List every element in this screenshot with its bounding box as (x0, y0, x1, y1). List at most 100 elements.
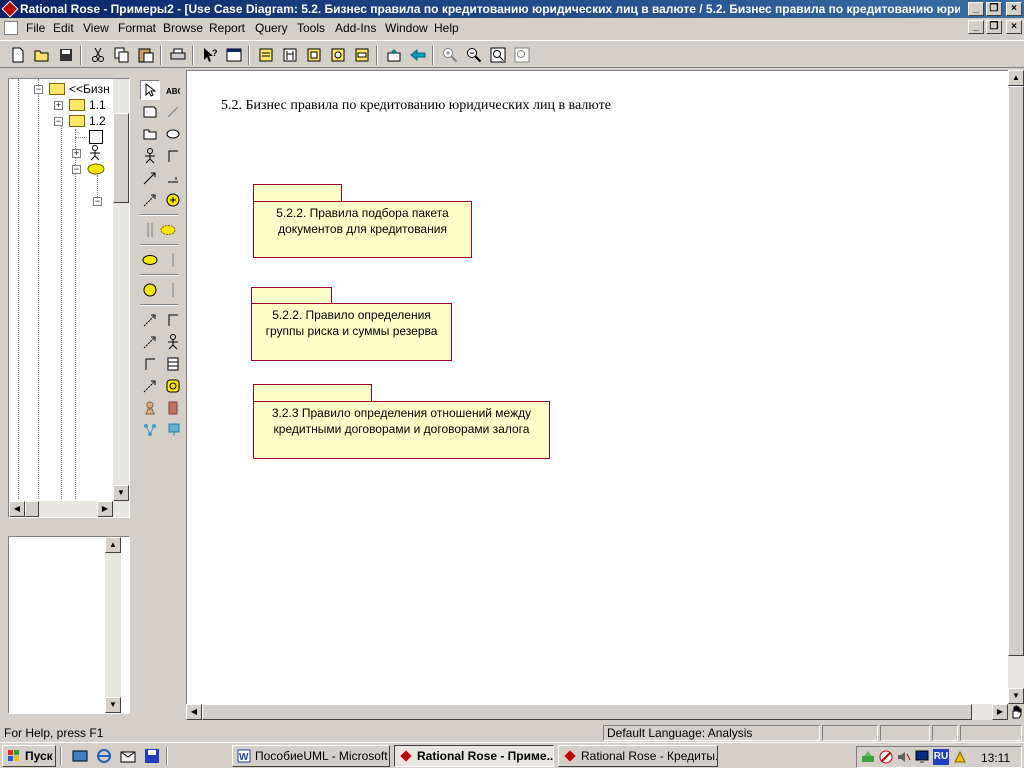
doc-restore-button[interactable]: ❐ (986, 20, 1002, 34)
copy-icon[interactable] (112, 45, 132, 65)
scroll-up-button[interactable]: ▲ (1008, 70, 1024, 86)
monitor-tray-icon[interactable] (915, 750, 929, 764)
tree-collapse-toggle[interactable]: − (93, 197, 102, 206)
volume-tray-icon[interactable] (897, 750, 911, 764)
use-case-yellow-icon[interactable] (140, 250, 160, 270)
internet-explorer-icon[interactable] (96, 748, 112, 764)
text-box-icon[interactable]: ABC (163, 80, 183, 100)
browser-vertical-scrollbar[interactable]: ▼ (113, 79, 129, 501)
menu-add-ins[interactable]: Add-Ins (335, 21, 376, 35)
scroll-down-button[interactable]: ▼ (113, 485, 129, 501)
anchor-note-icon[interactable] (163, 102, 183, 122)
menu-file[interactable]: File (26, 21, 45, 35)
generalization-icon[interactable] (140, 190, 160, 210)
browser-tree-panel[interactable]: − <<Бизн + 1.1 − 1.2 + − − ▼ ◀ ▶ (8, 78, 130, 518)
scroll-right-button[interactable]: ▶ (97, 501, 113, 517)
browser-horizontal-scrollbar[interactable]: ◀ ▶ (9, 501, 129, 517)
deployment-node-icon[interactable] (163, 420, 183, 440)
menu-edit[interactable]: Edit (53, 21, 74, 35)
package-credit-collateral-relations-rules[interactable]: 3.2.3 Правило определения отношений межд… (253, 401, 550, 459)
tree-item-business-package[interactable]: <<Бизн (69, 82, 110, 96)
business-worker-icon[interactable] (140, 280, 160, 300)
tray-app-icon[interactable] (953, 750, 967, 764)
title-bar[interactable]: Rational Rose - Примеры2 - [Use Case Dia… (0, 0, 1024, 18)
browse-component-diagram-icon[interactable] (304, 45, 324, 65)
menu-view[interactable]: View (83, 21, 109, 35)
package-icon[interactable] (140, 124, 160, 144)
class-icon[interactable] (163, 354, 183, 374)
documentation-panel[interactable]: ▲ ▼ (8, 536, 130, 714)
browse-parent-icon[interactable] (384, 45, 404, 65)
save-disk-quicklaunch-icon[interactable] (144, 748, 160, 764)
swimlane-icon[interactable] (163, 250, 183, 270)
close-button[interactable]: × (1006, 2, 1022, 16)
package-credit-document-rules[interactable]: 5.2.2. Правила подбора пакета документов… (253, 201, 472, 258)
scroll-left-button[interactable]: ◀ (186, 704, 202, 720)
selection-arrow-icon[interactable] (140, 80, 160, 100)
scroll-right-button[interactable]: ▶ (992, 704, 1008, 720)
zoom-out-icon[interactable] (464, 45, 484, 65)
orthogonal-connector-icon[interactable] (140, 354, 160, 374)
undo-fit-in-window-icon[interactable] (512, 45, 532, 65)
canvas-horizontal-scrollbar[interactable]: ◀ ▶ (186, 704, 1008, 720)
use-case-tool-icon[interactable] (163, 124, 183, 144)
scroll-thumb[interactable] (1008, 86, 1024, 656)
use-case-diagram-icon[interactable] (89, 130, 103, 144)
dependency-icon[interactable] (163, 168, 183, 188)
tree-item-1-2[interactable]: 1.2 (89, 114, 106, 128)
scroll-up-button[interactable]: ▲ (105, 537, 121, 553)
save-disk-icon[interactable] (56, 45, 76, 65)
cut-scissors-icon[interactable] (88, 45, 108, 65)
scroll-left-button[interactable]: ◀ (9, 501, 25, 517)
start-button[interactable]: Пуск (2, 745, 56, 767)
scroll-down-button[interactable]: ▼ (1008, 688, 1024, 704)
browse-class-diagram-icon[interactable] (256, 45, 276, 65)
unidirectional-association-icon[interactable] (163, 146, 183, 166)
tree-collapse-toggle[interactable]: − (72, 165, 81, 174)
scroll-down-button[interactable]: ▼ (105, 697, 121, 713)
task-rational-rose-examples[interactable]: Rational Rose - Приме... (394, 745, 554, 767)
tree-expand-toggle[interactable]: + (72, 149, 81, 158)
zoom-in-icon[interactable] (440, 45, 460, 65)
open-folder-icon[interactable] (32, 45, 52, 65)
actor-icon[interactable] (89, 145, 101, 161)
actor-small-icon[interactable] (163, 332, 183, 352)
menu-browse[interactable]: Browse (163, 21, 203, 35)
menu-tools[interactable]: Tools (297, 21, 325, 35)
dependency-arrow-icon[interactable] (140, 332, 160, 352)
paste-clipboard-icon[interactable] (136, 45, 156, 65)
network-node-icon[interactable] (140, 420, 160, 440)
show-desktop-icon[interactable] (72, 748, 88, 764)
task-word-document[interactable]: W ПособиеUML - Microsoft ... (232, 745, 390, 767)
minimize-button[interactable]: _ (968, 2, 984, 16)
menu-help[interactable]: Help (434, 21, 459, 35)
package-risk-group-rules[interactable]: 5.2.2. Правило определения группы риска … (251, 303, 452, 361)
browse-previous-diagram-icon[interactable] (408, 45, 428, 65)
network-tray-icon[interactable] (861, 750, 875, 764)
business-entity-icon[interactable] (163, 376, 183, 396)
browse-interaction-diagram-icon[interactable] (280, 45, 300, 65)
actor-tool-icon[interactable] (140, 146, 160, 166)
tree-collapse-toggle[interactable]: − (34, 85, 43, 94)
menu-query[interactable]: Query (255, 21, 288, 35)
association-arrow-icon[interactable] (140, 168, 160, 188)
menu-report[interactable]: Report (209, 21, 245, 35)
view-documentation-icon[interactable] (224, 45, 244, 65)
tree-item-1-1[interactable]: 1.1 (89, 98, 106, 112)
scroll-thumb[interactable] (113, 113, 129, 203)
document-system-menu-icon[interactable] (4, 21, 18, 35)
business-actor-icon[interactable] (163, 190, 183, 210)
scroll-thumb[interactable] (202, 704, 972, 720)
realize-relation-icon[interactable] (140, 310, 160, 330)
task-rational-rose-credits[interactable]: Rational Rose - Кредиты... (558, 745, 718, 767)
menu-window[interactable]: Window (385, 21, 428, 35)
business-use-case-icon[interactable] (158, 220, 178, 240)
canvas-vertical-scrollbar[interactable]: ▲ ▼ (1008, 70, 1024, 704)
business-worker-figure-icon[interactable] (140, 398, 160, 418)
context-help-icon[interactable]: ? (200, 45, 220, 65)
browse-deployment-diagram-icon[interactable] (352, 45, 372, 65)
corner-connector-icon[interactable] (163, 310, 183, 330)
restore-button[interactable]: ❐ (986, 2, 1002, 16)
tree-expand-toggle[interactable]: + (54, 101, 63, 110)
fit-in-window-icon[interactable] (488, 45, 508, 65)
